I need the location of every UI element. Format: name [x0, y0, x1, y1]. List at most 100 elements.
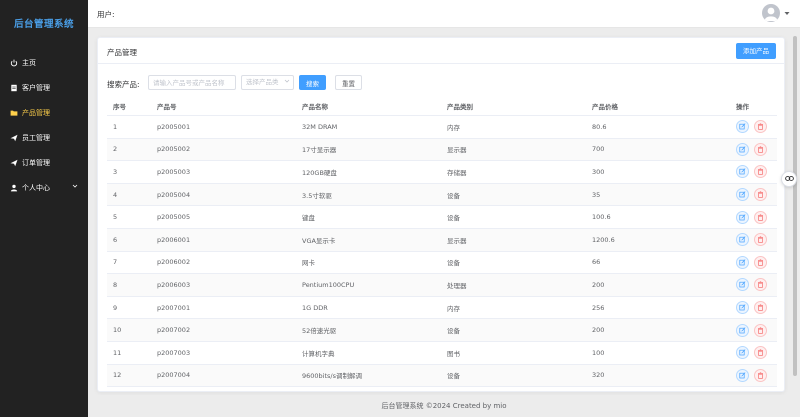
sidebar-item-orders[interactable]: 订单管理 — [0, 150, 88, 175]
edit-button[interactable] — [736, 391, 749, 392]
table-cell: 设备 — [447, 327, 460, 336]
edit-button[interactable] — [736, 368, 749, 382]
search-input[interactable] — [148, 75, 236, 90]
delete-button[interactable] — [754, 165, 767, 179]
table-cell: 主板 — [447, 387, 460, 391]
edit-button[interactable] — [736, 278, 749, 292]
row-actions — [736, 116, 772, 138]
trash-icon — [758, 236, 763, 244]
search-button[interactable]: 搜索 — [299, 75, 326, 90]
table-row: 10 p2007002 52倍速光驱 设备 200 — [107, 319, 777, 342]
delete-button[interactable] — [754, 368, 767, 382]
footer: 后台管理系统 ©2024 Created by mio — [88, 395, 800, 417]
row-actions — [736, 274, 772, 296]
edit-button[interactable] — [736, 120, 749, 134]
delete-button[interactable] — [754, 278, 767, 292]
table-row: 13 p2008001 Pentium主板 主板 890 — [107, 387, 777, 392]
delete-button[interactable] — [754, 142, 767, 156]
caret-down-icon[interactable] — [784, 10, 790, 18]
table-cell: 1200.6 — [592, 235, 615, 244]
trash-icon — [758, 214, 763, 221]
brand-title: 后台管理系统 — [13, 19, 74, 30]
power-icon — [10, 59, 18, 67]
trash-icon — [758, 259, 763, 266]
row-actions — [736, 342, 772, 364]
table-header: 序号 产品号 产品名称 产品类别 产品价格 操作 — [107, 97, 777, 116]
table-cell: 80.6 — [592, 122, 607, 131]
user-label: 用户: — [97, 10, 115, 19]
edit-button[interactable] — [736, 323, 749, 337]
edit-icon — [739, 191, 746, 198]
table-cell: p2007002 — [157, 326, 191, 335]
table-cell: 键盘 — [302, 214, 315, 223]
table-row: 3 p2005003 120GB硬盘 存储器 300 — [107, 161, 777, 184]
table-cell: 显示器 — [447, 236, 467, 245]
card-title: 产品管理 — [107, 48, 137, 57]
table-cell: 设备 — [447, 259, 460, 268]
table-cell: p2007001 — [157, 303, 191, 312]
delete-button[interactable] — [754, 346, 767, 360]
edit-icon — [739, 168, 746, 175]
edit-icon — [739, 281, 746, 288]
trash-icon — [758, 281, 763, 289]
edit-button[interactable] — [736, 210, 749, 224]
table-cell: p2005004 — [157, 190, 191, 199]
trash-icon — [758, 304, 763, 311]
reset-button[interactable]: 重置 — [335, 75, 362, 90]
edit-button[interactable] — [736, 233, 749, 247]
table-cell: VGA显示卡 — [302, 236, 336, 245]
delete-button[interactable] — [754, 323, 767, 337]
page-scrollbar[interactable] — [792, 30, 798, 390]
table-cell: 1 — [113, 122, 118, 131]
category-select[interactable]: 选择产品类 — [241, 75, 294, 90]
table-cell: 12 — [113, 371, 122, 380]
sidebar-item-profile[interactable]: 个人中心 — [0, 175, 88, 200]
table-cell: 处理器 — [447, 281, 467, 290]
row-actions — [736, 139, 772, 161]
sidebar-item-employees[interactable]: 员工管理 — [0, 125, 88, 150]
edit-button[interactable] — [736, 301, 749, 315]
table-cell: 300 — [592, 167, 605, 176]
edit-icon — [739, 372, 746, 379]
delete-button[interactable] — [754, 391, 767, 392]
edit-button[interactable] — [736, 255, 749, 269]
table-cell: 320 — [592, 371, 605, 380]
avatar[interactable] — [762, 4, 780, 22]
delete-button[interactable] — [754, 120, 767, 134]
table-cell: 8 — [113, 280, 118, 289]
row-actions — [736, 229, 772, 251]
table-cell: 设备 — [447, 214, 460, 223]
delete-button[interactable] — [754, 255, 767, 269]
table-row: 6 p2006001 VGA显示卡 显示器 1200.6 — [107, 228, 777, 252]
add-product-button[interactable]: 添加产品 — [736, 43, 776, 59]
table-cell: p2005003 — [157, 167, 191, 176]
select-placeholder: 选择产品类 — [246, 78, 279, 86]
edit-button[interactable] — [736, 188, 749, 202]
chevron-down-icon — [284, 76, 290, 89]
floating-action-button[interactable] — [781, 171, 797, 187]
delete-button[interactable] — [754, 188, 767, 202]
table-cell: 100 — [592, 348, 605, 357]
column-header: 产品名称 — [302, 103, 328, 111]
delete-button[interactable] — [754, 301, 767, 315]
table-cell: p2006003 — [157, 280, 191, 289]
sidebar-item-products[interactable]: 产品管理 — [0, 100, 88, 125]
table-cell: 设备 — [447, 372, 460, 381]
edit-button[interactable] — [736, 142, 749, 156]
edit-button[interactable] — [736, 346, 749, 360]
document-icon — [10, 84, 18, 92]
table-cell: 显示器 — [447, 146, 467, 155]
delete-button[interactable] — [754, 210, 767, 224]
table-cell: 13 — [113, 387, 121, 391]
table-cell: 200 — [592, 280, 605, 289]
table-cell: 6 — [113, 235, 118, 244]
scrollbar-thumb[interactable] — [793, 36, 797, 376]
table-cell: 10 — [113, 326, 122, 335]
sidebar-item-customers[interactable]: 客户管理 — [0, 75, 88, 100]
sidebar-item-label: 订单管理 — [22, 158, 50, 167]
delete-button[interactable] — [754, 233, 767, 247]
edit-button[interactable] — [736, 165, 749, 179]
row-actions — [736, 206, 772, 228]
table-row: 1 p2005001 32M DRAM 内存 80.6 — [107, 116, 777, 139]
sidebar-item-home[interactable]: 主页 — [0, 50, 88, 75]
